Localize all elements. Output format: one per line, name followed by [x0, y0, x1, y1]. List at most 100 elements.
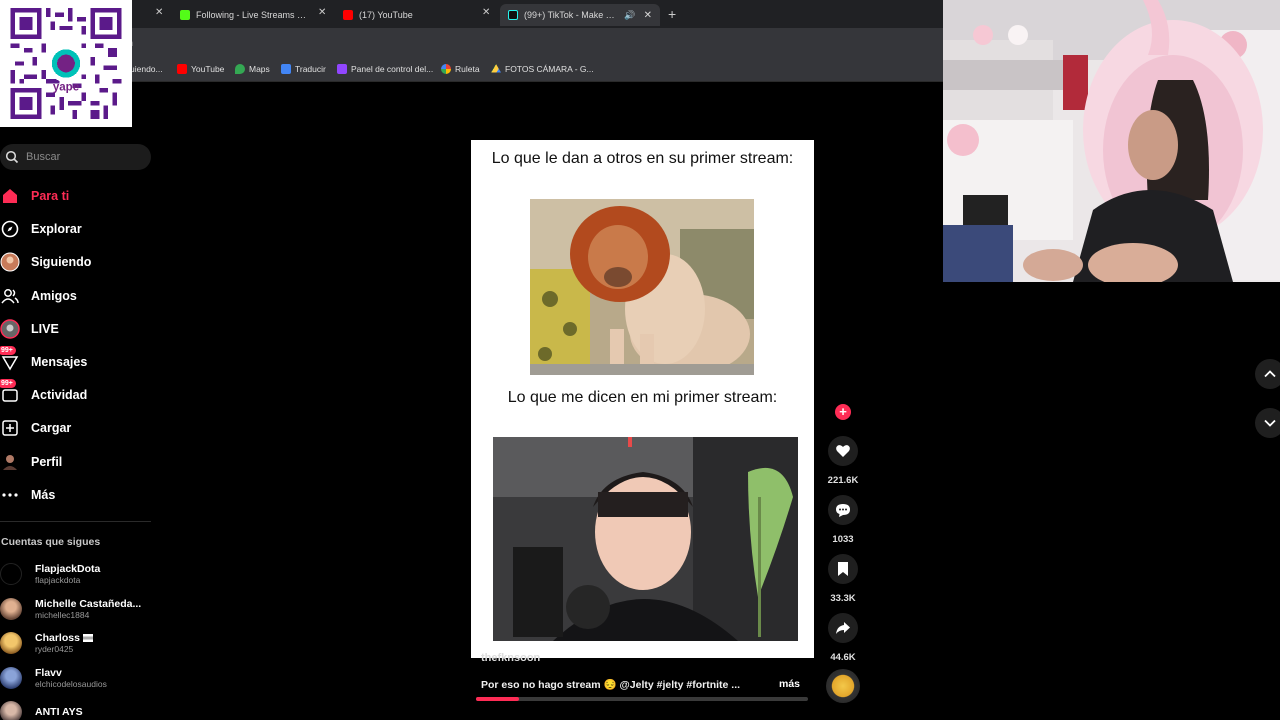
bookmark-maps[interactable]: Maps [235, 64, 270, 74]
bookmark-translate[interactable]: Traducir [281, 64, 326, 74]
speaker-icon[interactable]: 🔊 [624, 10, 635, 21]
chevron-up-icon [1264, 370, 1276, 378]
nav-label: Para ti [31, 189, 70, 203]
messages-icon: 99+ [0, 346, 20, 372]
account-handle: ryder0425 [35, 644, 74, 654]
bookmark-label: Traducir [295, 64, 326, 74]
live-icon [0, 319, 20, 339]
bookmark-drive[interactable]: FOTOS CÁMARA - G... [491, 64, 594, 74]
nav-label: Siguiendo [31, 255, 92, 269]
nav-cargar[interactable]: Cargar [0, 416, 71, 440]
nav-perfil[interactable]: Perfil [0, 450, 62, 474]
share-count: 44.6K [830, 652, 856, 663]
tab-close-icon[interactable]: ✕ [155, 7, 163, 18]
bookmark-label: Panel de control del... [351, 64, 434, 74]
search-input[interactable]: Buscar [0, 144, 151, 170]
tab-tiktok[interactable]: (99+) TikTok - Make Your Da 🔊 ✕ [500, 4, 660, 26]
share-button[interactable]: 44.6K [822, 613, 864, 663]
notification-badge: 99+ [0, 346, 16, 355]
nav-label: Explorar [31, 222, 82, 236]
youtube-icon [343, 10, 353, 20]
video-author[interactable]: thefknsoon [481, 652, 540, 664]
bookmark-label: FOTOS CÁMARA - G... [505, 64, 594, 74]
account-item[interactable]: ANTI AYS [0, 697, 83, 720]
bookmark-youtube[interactable]: YouTube [177, 64, 224, 74]
more-button[interactable]: más [779, 678, 800, 690]
nav-amigos[interactable]: Amigos [0, 284, 77, 308]
video-progress-bar[interactable] [476, 697, 808, 701]
svg-text:yape: yape [53, 82, 80, 94]
nav-label: Mensajes [31, 355, 88, 369]
bookmark-label: Ruleta [455, 64, 480, 74]
progress-fill [476, 697, 520, 701]
nav-mas[interactable]: Más [0, 483, 55, 507]
account-item[interactable]: Flavv elchicodelosaudios [0, 663, 107, 693]
comment-button[interactable]: 1033 [822, 495, 864, 545]
tab-close-icon[interactable]: ✕ [318, 7, 326, 18]
like-button[interactable]: 221.6K [822, 436, 864, 486]
streamer-webcam-image [943, 0, 1280, 282]
bookmark-item[interactable]: uiendo... [130, 64, 163, 74]
comment-count: 1033 [832, 534, 854, 545]
nav-para-ti[interactable]: Para ti [0, 184, 69, 208]
nav-mensajes[interactable]: 99+ Mensajes [0, 346, 88, 374]
account-names: Flavv elchicodelosaudios [35, 667, 107, 689]
nav-explorar[interactable]: Explorar [0, 217, 82, 241]
nav-label: Más [31, 488, 56, 502]
nav-siguiendo[interactable]: Siguiendo [0, 250, 91, 274]
nav-label: Amigos [31, 289, 77, 303]
nav-label: Perfil [31, 455, 63, 469]
video-player[interactable]: Lo que le dan a otros en su primer strea… [471, 140, 814, 658]
qr-code-icon: yape [10, 8, 122, 119]
activity-icon: 99+ [0, 379, 20, 405]
more-icon [0, 485, 20, 505]
friends-icon [0, 286, 20, 306]
account-item[interactable]: Charloss ryder0425 [0, 628, 93, 658]
translate-icon [281, 64, 291, 74]
previous-video-button[interactable] [1255, 359, 1280, 389]
bookmark-label: Maps [249, 64, 270, 74]
tiktok-icon [508, 10, 518, 20]
new-tab-icon[interactable]: + [668, 6, 676, 22]
wheel-icon [441, 64, 451, 74]
sidebar-divider [0, 521, 151, 522]
account-handle: flapjackdota [35, 575, 81, 585]
account-name: FlapjackDota [35, 563, 101, 575]
share-icon [828, 613, 858, 643]
caption-text: Lo que le dan a otros en su primer strea… [491, 150, 794, 167]
following-title: Cuentas que sigues [1, 536, 101, 548]
account-names: FlapjackDota flapjackdota [35, 563, 100, 585]
account-handle: elchicodelosaudios [35, 679, 107, 689]
maps-icon [235, 64, 245, 74]
search-placeholder: Buscar [26, 151, 61, 163]
compass-icon [0, 219, 20, 239]
nav-live[interactable]: LIVE [0, 317, 59, 341]
avatar [0, 632, 22, 654]
tab-kick[interactable]: Following - Live Streams on Ki [180, 4, 310, 26]
avatar [0, 598, 22, 620]
tab-youtube[interactable]: (17) YouTube [343, 4, 473, 26]
nav-label: LIVE [31, 322, 59, 336]
save-button[interactable]: 33.3K [822, 554, 864, 604]
comment-icon [828, 495, 858, 525]
tab-close-icon[interactable]: ✕ [644, 10, 652, 21]
nav-label: Cargar [31, 421, 72, 435]
tab-label: (17) YouTube [359, 10, 413, 20]
account-names: ANTI AYS [35, 706, 83, 718]
screen: ✕ Following - Live Streams on Ki ✕ (17) … [0, 0, 1280, 720]
follow-button[interactable]: + [835, 404, 851, 420]
account-handle: michellec1884 [35, 610, 90, 620]
chevron-down-icon [1264, 419, 1276, 427]
bookmark-icon [828, 554, 858, 584]
music-disc-icon[interactable] [826, 669, 860, 703]
home-icon [0, 186, 20, 206]
nav-actividad[interactable]: 99+ Actividad [0, 379, 87, 407]
tab-close-icon[interactable]: ✕ [482, 7, 490, 18]
address-bar[interactable]: n [0, 28, 943, 58]
bookmark-twitch[interactable]: Panel de control del... [337, 64, 433, 74]
avatar [0, 667, 22, 689]
account-item[interactable]: Michelle Castañeda... michellec1884 [0, 594, 141, 624]
next-video-button[interactable] [1255, 408, 1280, 438]
account-item[interactable]: FlapjackDota flapjackdota [0, 559, 100, 589]
bookmark-ruleta[interactable]: Ruleta [441, 64, 480, 74]
